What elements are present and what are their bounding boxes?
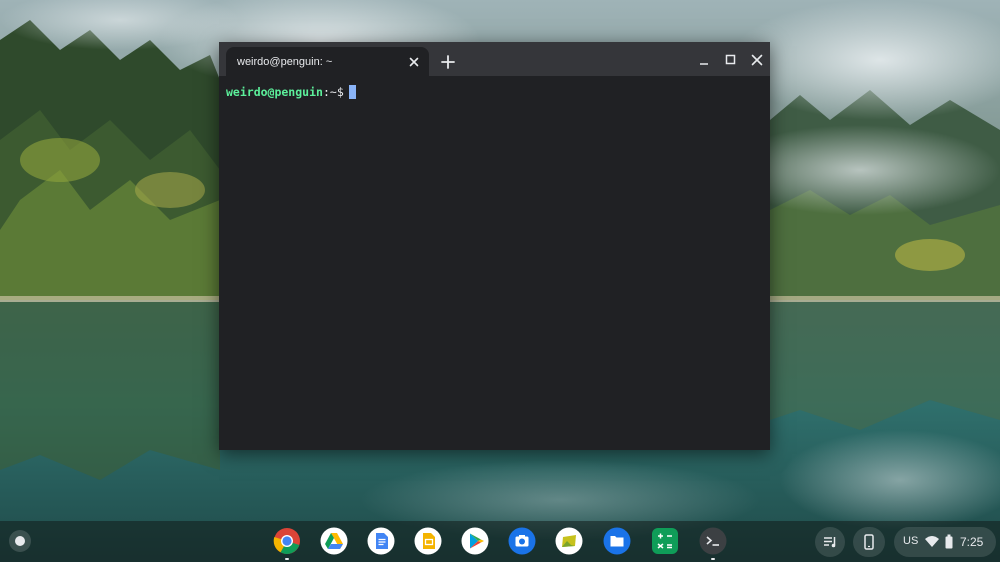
close-icon[interactable]: [748, 51, 766, 69]
new-tab-icon[interactable]: [438, 52, 458, 72]
terminal-window[interactable]: weirdo@penguin: ~ weirdo@penguin:~$: [219, 42, 770, 450]
play-store-icon[interactable]: [461, 527, 489, 555]
ime-indicator: US: [903, 535, 919, 547]
battery-icon: [945, 534, 953, 549]
slides-icon[interactable]: [414, 527, 442, 555]
prompt-symbol: $: [336, 85, 344, 99]
media-controls-button[interactable]: [815, 527, 845, 557]
window-titlebar[interactable]: weirdo@penguin: ~: [219, 42, 770, 76]
terminal-content[interactable]: weirdo@penguin:~$: [219, 76, 770, 450]
prompt-user: weirdo@penguin: [226, 85, 323, 99]
text-cursor: [348, 85, 356, 99]
shelf: US 7:25: [0, 521, 1000, 562]
drive-icon[interactable]: [320, 527, 348, 555]
tab-close-icon[interactable]: [406, 54, 422, 70]
tab-title: weirdo@penguin: ~: [237, 56, 333, 68]
prompt-separator: :: [322, 85, 330, 99]
launcher-circle-icon: [15, 536, 25, 546]
wifi-icon: [925, 536, 939, 547]
chrome-icon[interactable]: [273, 527, 301, 555]
terminal-icon[interactable]: [699, 527, 727, 555]
calculator-icon[interactable]: [651, 527, 679, 555]
status-area[interactable]: US 7:25: [894, 527, 996, 557]
camera-icon[interactable]: [508, 527, 536, 555]
clock: 7:25: [960, 535, 984, 549]
phone-icon: [864, 534, 874, 550]
minimize-icon[interactable]: [695, 51, 713, 69]
running-indicator: [711, 558, 715, 560]
desktop: weirdo@penguin: ~ weirdo@penguin:~$ US 7…: [0, 0, 1000, 562]
launcher-button[interactable]: [9, 530, 31, 552]
gallery-icon[interactable]: [555, 527, 583, 555]
prompt-path: ~: [329, 85, 337, 99]
tab-terminal[interactable]: weirdo@penguin: ~: [226, 47, 429, 76]
docs-icon[interactable]: [367, 527, 395, 555]
maximize-icon[interactable]: [722, 51, 740, 69]
playlist-icon: [824, 537, 836, 548]
running-indicator: [285, 558, 289, 560]
files-icon[interactable]: [603, 527, 631, 555]
prompt-line: weirdo@penguin:~$: [226, 84, 356, 100]
phone-hub-button[interactable]: [853, 527, 885, 557]
